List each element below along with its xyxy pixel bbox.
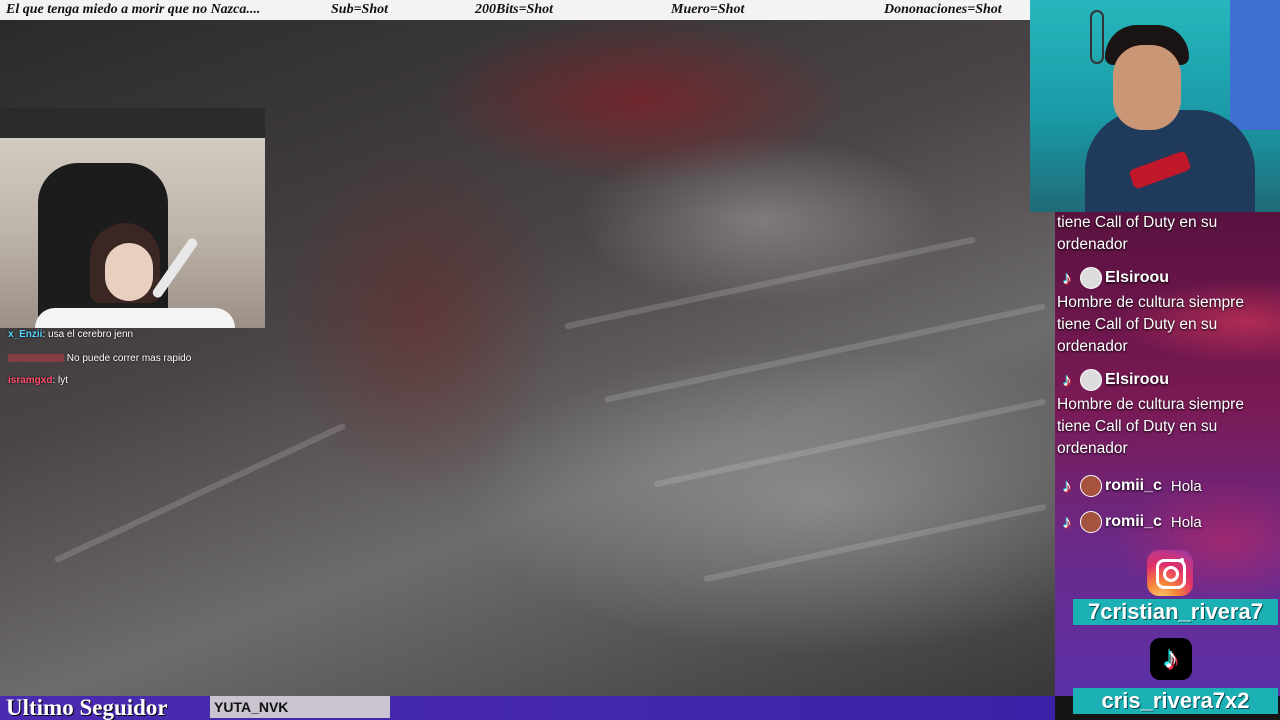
ticker-text: Dononaciones=Shot — [884, 2, 1002, 17]
tiktok-handle: cris_rivera7x2 — [1073, 688, 1278, 714]
person-shirt — [35, 308, 235, 328]
ticker-text: El que tenga miedo a morir que no Nazca.… — [6, 2, 261, 17]
avatar — [1080, 369, 1102, 391]
chat-overlay-left: x_Enzii: usa el cerebro jenn No puede co… — [0, 326, 240, 390]
chat-message: isramgxd: lyt — [8, 375, 69, 386]
chat-username: isramgxd — [8, 375, 53, 386]
ticker-bar: El que tenga miedo a morir que no Nazca.… — [0, 0, 1030, 20]
tiktok-icon: ♪ — [1062, 370, 1072, 390]
chat-message: x_Enzii: usa el cerebro jenn — [8, 329, 134, 340]
instagram-icon-lens — [1163, 566, 1179, 582]
motion-streak — [703, 503, 1047, 583]
wall-poster — [1230, 0, 1280, 130]
chat-username: Elsiroou — [1105, 269, 1170, 286]
instagram-icon — [1147, 550, 1193, 596]
ticker-text: 200Bits=Shot — [475, 2, 554, 17]
chat-text: Hola — [1170, 477, 1202, 495]
last-follower-name: YUTA_NVK — [214, 699, 289, 715]
avatar — [1080, 475, 1102, 497]
motion-streak — [563, 236, 977, 330]
wall-mirror — [1090, 10, 1104, 64]
chat-text: Hombre de cultura siempre tiene Call of … — [1057, 396, 1244, 457]
motion-streak — [604, 303, 1046, 403]
ticker-text: Muero=Shot — [671, 2, 745, 17]
chat-username-redacted — [8, 354, 64, 363]
streamer-webcam-left — [0, 108, 265, 328]
tiktok-icon: ♪ — [1062, 476, 1072, 496]
last-follower-bar: Ultimo Seguidor YUTA_NVK — [0, 696, 1055, 720]
avatar — [1080, 267, 1102, 289]
tiktok-icon: ♪ — [1062, 512, 1072, 532]
chat-text: Hola — [1170, 513, 1202, 531]
last-follower-label: Ultimo Seguidor — [6, 695, 168, 720]
chat-text: Hombre de cultura siempre tiene Call of … — [1057, 294, 1244, 355]
chat-username: romii_c — [1105, 513, 1162, 530]
chat-text: No puede correr mas rapido — [66, 353, 192, 364]
person-face — [1113, 45, 1181, 130]
chat-username: x_Enzii — [8, 329, 43, 340]
chat-text: lyt — [58, 375, 69, 386]
chat-header: ♪ Elsiroou — [1055, 366, 1280, 394]
tiktok-icon: ♪ — [1150, 638, 1192, 680]
chat-header: ♪ romii_c Hola — [1055, 472, 1280, 500]
motion-streak — [53, 422, 347, 564]
motion-streak — [653, 398, 1047, 488]
chat-username: romii_c — [1105, 477, 1162, 494]
chat-header: ♪ Elsiroou — [1055, 264, 1280, 292]
instagram-handle: 7cristian_rivera7 — [1073, 599, 1278, 625]
chat-header: ♪ romii_c Hola — [1055, 508, 1280, 536]
avatar — [1080, 511, 1102, 533]
ticker-text: Sub=Shot — [331, 2, 389, 17]
chat-username: Elsiroou — [1105, 371, 1170, 388]
chat-text: usa el cerebro jenn — [48, 329, 134, 340]
instagram-icon-dot — [1180, 558, 1184, 562]
tiktok-icon: ♪ — [1062, 268, 1072, 288]
chat-message: No puede correr mas rapido — [0, 350, 240, 368]
person-face — [105, 243, 153, 301]
last-follower-box: YUTA_NVK — [210, 696, 390, 718]
cam-wall — [0, 108, 265, 138]
streamer-webcam-right — [1030, 0, 1280, 212]
chat-text: tiene Call of Duty en su ordenador — [1057, 214, 1218, 253]
